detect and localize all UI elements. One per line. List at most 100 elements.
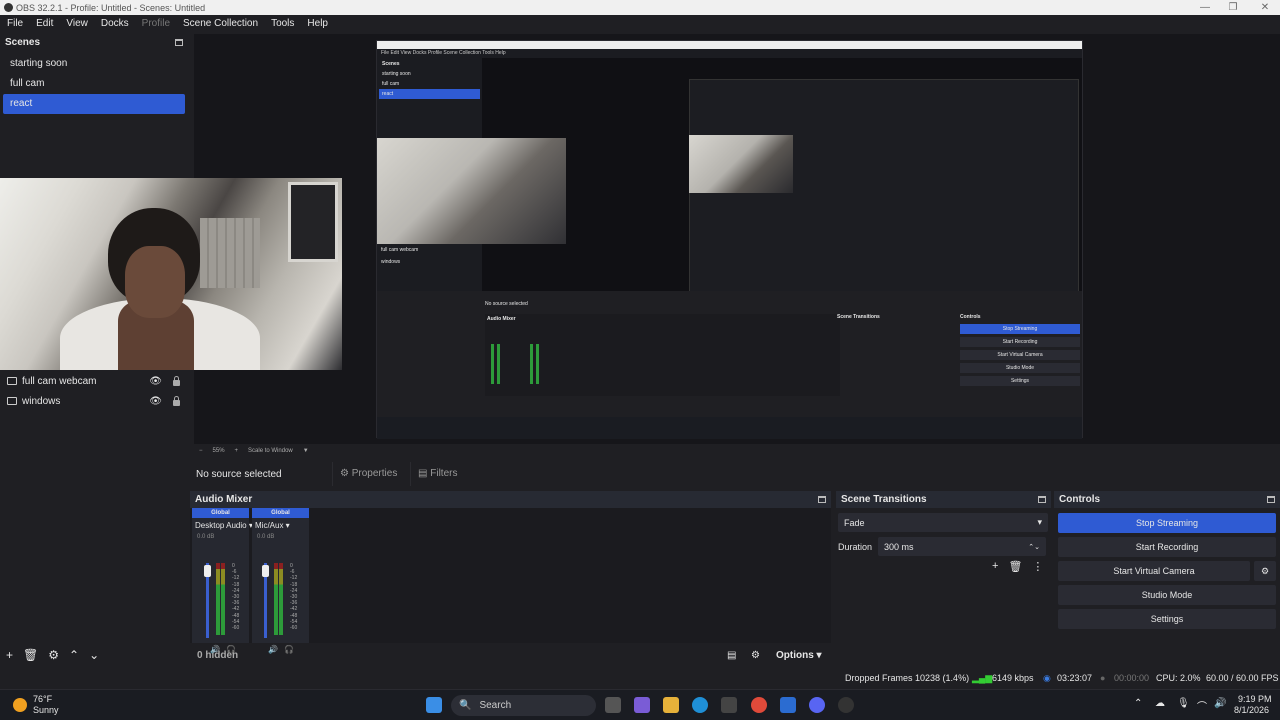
volume-slider-handle[interactable] [262,565,269,577]
add-icon[interactable]: + [992,560,998,573]
nested-lower-docks: No source selected Audio Mixer Scene Tra… [377,291,1082,439]
nested-preview [482,58,1082,308]
menu-tools[interactable]: Tools [264,18,300,29]
nested-studio-mode: Studio Mode [960,363,1080,373]
mic-icon[interactable]: 🎙 [1177,698,1190,709]
scenes-header: Scenes [0,34,188,51]
layout-icon[interactable]: ▤ [727,650,736,661]
volume-slider-handle[interactable] [204,565,211,577]
nested-scene-item: starting soon [382,71,411,77]
properties-button[interactable]: ⚙ Properties [332,462,404,486]
bitrate: 6149 kbps [992,673,1034,683]
nested-source: full cam webcam [381,247,419,253]
source-item-windows[interactable]: windows 👁 [0,391,188,411]
duration-spinbox[interactable]: 300 ms ⌃⌄ [878,537,1047,556]
start-recording-button[interactable]: Start Recording [1058,537,1276,557]
nested-scene-item: react [379,89,480,99]
add-icon[interactable]: + [6,648,13,662]
level-meter [216,563,220,635]
chevron-down-icon[interactable]: ▼ [303,448,309,454]
options-label: Options [776,649,814,661]
zoom-level: 55% [212,448,225,454]
settings-button[interactable]: Settings [1058,609,1276,629]
meter-ticks: 0 -6 -12 -18 -24 -30 -36 -42 -48 -54 -60 [290,563,297,631]
nested-obs-window-capture: File Edit View Docks Profile Scene Colle… [376,40,1083,439]
zoom-out-icon[interactable]: − [199,448,203,454]
menu-help[interactable]: Help [300,18,334,29]
undock-icon[interactable] [175,39,183,46]
nested-stop-streaming: Stop Streaming [960,324,1080,334]
trash-icon[interactable]: 🗑 [1008,560,1022,573]
menu-file[interactable]: File [0,18,29,29]
clock-date[interactable]: 8/1/2026 [1234,705,1269,715]
menu-bar: File Edit View Docks Profile Scene Colle… [0,15,1280,32]
hidden-count: 0 hidden [197,649,239,661]
scene-transitions-title: Scene Transitions [841,494,927,505]
gear-icon[interactable]: ⚙ [48,648,59,662]
weather-sun-icon[interactable] [13,698,27,712]
mixer-options-button[interactable]: Options ▾ [776,650,822,661]
chevron-down-icon[interactable]: ⌄ [89,648,99,662]
chevron-up-icon[interactable]: ⌃ [1134,698,1142,709]
tick: -12 [232,575,240,582]
source-item-full-cam-webcam[interactable]: full cam webcam 👁 [0,371,188,391]
scene-item-react[interactable]: react [3,94,185,114]
chrome-icon[interactable] [751,697,767,713]
scene-item-starting-soon[interactable]: starting soon [3,54,185,74]
edge-icon[interactable] [692,697,708,713]
scene-item-full-cam[interactable]: full cam [3,74,185,94]
lock-icon[interactable] [173,376,180,386]
clock-time[interactable]: 9:19 PM [1238,694,1272,704]
visibility-eye-icon[interactable]: 👁 [149,376,162,387]
virtual-camera-settings-icon[interactable]: ⚙ [1254,561,1276,581]
discord-icon[interactable] [809,697,825,713]
nested-meter [536,344,539,384]
nested-scenes-title: Scenes [382,61,400,67]
more-vertical-icon[interactable]: ⋮ [1032,560,1043,573]
menu-view[interactable]: View [59,18,94,29]
webcam-window [288,182,338,262]
channel-name[interactable]: Desktop Audio ▾ [192,520,253,532]
undock-icon[interactable] [1038,496,1046,503]
studio-mode-button[interactable]: Studio Mode [1058,585,1276,605]
volume-icon[interactable]: 🔊 [1214,698,1226,709]
cloud-icon[interactable]: ☁ [1155,698,1165,709]
undock-icon[interactable] [818,496,826,503]
close-icon[interactable]: ✕ [1250,0,1280,15]
task-view-icon[interactable] [605,697,621,713]
obs-icon[interactable] [838,697,854,713]
transition-select[interactable]: Fade ▾ [838,513,1048,532]
scenes-toolbar: + 🗑 ⚙ ⌃ ⌄ [0,645,188,665]
mixer-channel-desktop-audio: Global Desktop Audio ▾ 0.0 dB 0 -6 -12 -18-… [192,508,253,654]
scale-mode[interactable]: Scale to Window [248,448,293,454]
undock-icon[interactable] [1267,496,1275,503]
trash-icon[interactable]: 🗑 [23,648,38,662]
stop-streaming-button[interactable]: Stop Streaming [1058,513,1276,533]
visibility-eye-icon[interactable]: 👁 [149,396,162,407]
menu-edit[interactable]: Edit [29,18,59,29]
menu-scene-collection[interactable]: Scene Collection [176,18,264,29]
minimize-icon[interactable]: — [1190,0,1220,15]
filters-button[interactable]: ▤ Filters [410,462,464,486]
zoom-in-icon[interactable]: + [235,448,239,454]
wifi-icon[interactable]: ⌒ [1197,698,1207,713]
photos-icon[interactable] [780,697,796,713]
store-icon[interactable] [721,697,737,713]
maximize-icon[interactable]: ❐ [1218,0,1248,15]
controls-dock: Controls Stop Streaming Start Recording … [1054,491,1280,664]
file-explorer-icon[interactable] [663,697,679,713]
copilot-icon[interactable] [634,697,650,713]
window-title: OBS 32.2.1 - Profile: Untitled - Scenes:… [16,2,206,13]
advanced-audio-icon[interactable]: ⚙ [751,650,760,661]
menu-docks[interactable]: Docks [94,18,135,29]
lock-icon[interactable] [173,396,180,406]
start-virtual-camera-button[interactable]: Start Virtual Camera [1058,561,1250,581]
chevron-up-icon[interactable]: ⌃ [69,648,79,662]
spin-arrows-icon[interactable]: ⌃⌄ [1028,543,1040,551]
windows-start-icon[interactable] [426,697,442,713]
tick: -42 [290,606,298,613]
taskbar-search[interactable]: 🔍 Search [451,695,596,716]
signal-bars-icon: ▂▄▆ [972,672,993,683]
channel-name[interactable]: Mic/Aux ▾ [252,520,309,532]
menu-profile[interactable]: Profile [135,18,176,29]
